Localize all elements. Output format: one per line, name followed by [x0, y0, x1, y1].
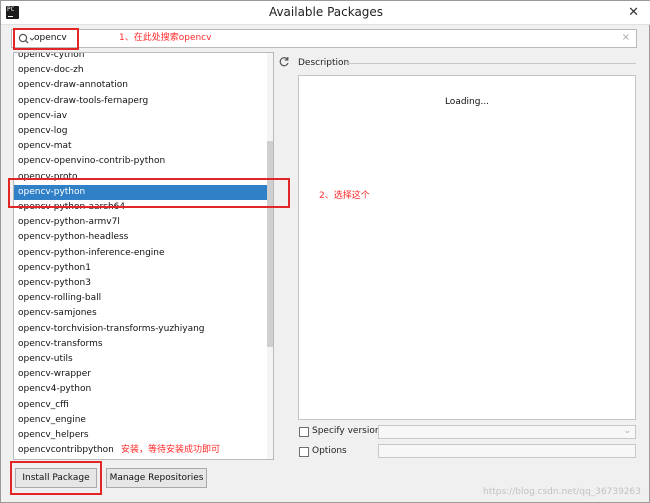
- list-item[interactable]: opencv-draw-annotation: [14, 78, 272, 93]
- list-item[interactable]: opencv-wrapper: [14, 367, 272, 382]
- list-item[interactable]: opencv-torchvision-transforms-yuzhiyang: [14, 322, 272, 337]
- annotation-step2-text: 2、选择这个: [319, 191, 370, 201]
- loading-text: Loading...: [444, 97, 490, 107]
- description-label: Description: [298, 58, 350, 68]
- watermark-text: https://blog.csdn.net/qq_36739263: [482, 487, 641, 497]
- specify-version-label: Specify version: [312, 426, 381, 436]
- list-item[interactable]: opencv-python-headless: [14, 230, 272, 245]
- annotation-step3-text: 安装，等待安装成功即可: [121, 445, 221, 455]
- window-title: Available Packages: [268, 5, 384, 19]
- specify-version-checkbox[interactable]: [299, 427, 309, 437]
- list-item[interactable]: opencv_engine: [14, 413, 272, 428]
- list-item[interactable]: opencv-samjones: [14, 306, 272, 321]
- package-list[interactable]: opencv-cython opencv-doc-zh opencv-draw-an…: [13, 52, 274, 460]
- close-icon[interactable]: ✕: [628, 5, 639, 20]
- description-panel: Loading...: [298, 75, 636, 420]
- available-packages-window: PC Available Packages ✕ opencv × opencv-…: [0, 0, 650, 503]
- annotation-search-box: [13, 28, 79, 50]
- annotation-install-box: [10, 461, 102, 495]
- list-item[interactable]: opencv-iav: [14, 109, 272, 124]
- list-scrollbar[interactable]: [267, 53, 273, 459]
- list-item[interactable]: opencv-utils: [14, 352, 272, 367]
- annotation-select-box: [8, 178, 290, 208]
- list-item[interactable]: opencv-python3: [14, 276, 272, 291]
- list-item[interactable]: opencv-doc-zh: [14, 63, 272, 78]
- options-checkbox[interactable]: [299, 447, 309, 457]
- list-item[interactable]: opencv_cffi: [14, 398, 272, 413]
- list-item[interactable]: opencv4-python: [14, 382, 272, 397]
- list-item[interactable]: opencv-draw-tools-fernaperg: [14, 94, 272, 109]
- title-bar: PC Available Packages ✕: [1, 1, 650, 25]
- list-item[interactable]: opencv_helpers: [14, 428, 272, 443]
- refresh-icon[interactable]: [278, 56, 290, 68]
- options-label: Options: [312, 446, 347, 456]
- list-item[interactable]: opencv-cython: [14, 53, 272, 63]
- package-search-field[interactable]: opencv ×: [11, 29, 637, 48]
- chevron-down-icon: ⌄: [623, 426, 631, 436]
- list-item[interactable]: opencv-openvino-contrib-python: [14, 154, 272, 169]
- list-item[interactable]: opencv-log: [14, 124, 272, 139]
- manage-repositories-button[interactable]: Manage Repositories: [106, 468, 207, 488]
- list-item[interactable]: opencv-python1: [14, 261, 272, 276]
- list-item[interactable]: opencv-python-armv7l: [14, 215, 272, 230]
- version-select[interactable]: ⌄: [378, 425, 636, 439]
- annotation-step1-text: 1、在此处搜索opencv: [119, 33, 212, 43]
- clear-search-icon[interactable]: ×: [622, 32, 630, 43]
- list-item[interactable]: opencv-transforms: [14, 337, 272, 352]
- list-item[interactable]: opencv-rolling-ball: [14, 291, 272, 306]
- list-item[interactable]: opencv-python-inference-engine: [14, 246, 272, 261]
- options-input[interactable]: [378, 444, 636, 458]
- description-divider: [346, 63, 636, 64]
- list-scrollbar-thumb[interactable]: [267, 141, 273, 347]
- list-item[interactable]: opencv-mat: [14, 139, 272, 154]
